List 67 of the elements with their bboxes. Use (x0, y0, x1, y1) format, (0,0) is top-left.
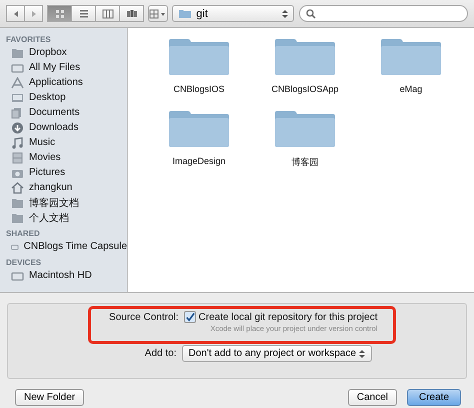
right-triangle-icon (30, 10, 38, 18)
sidebar-item[interactable]: zhangkun (0, 180, 127, 195)
left-triangle-icon (12, 10, 20, 18)
grid-dropdown-icon (149, 8, 168, 18)
sidebar-item[interactable]: 博客园文档 (0, 195, 127, 210)
source-control-label: Source Control: (108, 311, 179, 325)
add-to-popup[interactable]: Don't add to any project or workspace (182, 345, 372, 362)
folder-item[interactable]: eMag (358, 38, 464, 110)
sidebar-item[interactable]: All My Files (0, 60, 127, 75)
back-button[interactable] (6, 5, 25, 22)
forward-button[interactable] (24, 5, 43, 22)
sidebar-item[interactable]: Pictures (0, 165, 127, 180)
sidebar-item[interactable]: Dropbox (0, 45, 127, 60)
section-header: DEVICES (5, 257, 42, 268)
path-popup[interactable]: git (172, 5, 294, 22)
film-icon (11, 152, 24, 164)
document-icon (11, 106, 24, 118)
folder-icon (178, 8, 192, 19)
new-folder-button[interactable]: New Folder (15, 389, 84, 406)
arrange-button[interactable] (148, 5, 168, 22)
drive-icon (11, 270, 24, 282)
sidebar-item[interactable]: CNBlogs Time Capsule (0, 239, 127, 254)
folder-item[interactable]: CNBlogsIOSApp (252, 38, 358, 110)
sidebar-item[interactable]: Desktop (0, 90, 127, 105)
folder-icon (378, 39, 444, 75)
monitor-icon (11, 92, 24, 104)
folder-icon (166, 111, 232, 147)
cover-flow-icon (126, 8, 138, 18)
apps-icon (11, 76, 24, 88)
columns-icon (102, 8, 114, 18)
download-icon (11, 122, 24, 134)
add-to-label: Add to: (144, 347, 176, 360)
sidebar-item[interactable]: Applications (0, 75, 127, 90)
stepper-icon (358, 348, 364, 358)
sidebar-item[interactable]: Movies (0, 150, 127, 165)
checkbox[interactable] (184, 311, 196, 323)
git-repository-checkbox[interactable]: Create local git repository for this project (184, 311, 378, 323)
drive-icon (11, 62, 24, 74)
icon-view-button[interactable] (47, 5, 72, 22)
cancel-button[interactable]: Cancel (348, 389, 397, 406)
list-icon (78, 8, 90, 18)
search-icon (306, 8, 316, 18)
search-field[interactable] (299, 5, 468, 22)
sidebar-item[interactable]: Documents (0, 105, 127, 120)
sidebar-item[interactable]: Macintosh HD (0, 268, 127, 283)
folder-icon (11, 212, 24, 224)
section-header: SHARED (5, 228, 41, 239)
house-icon (11, 182, 24, 194)
sidebar-item[interactable]: Music (0, 135, 127, 150)
folder-icon (11, 46, 24, 58)
folder-icon (272, 111, 338, 147)
column-view-button[interactable] (95, 5, 120, 22)
folder-icon (11, 196, 24, 208)
list-view-button[interactable] (71, 5, 96, 22)
folder-item[interactable]: CNBlogsIOS (146, 38, 252, 110)
sidebar-item[interactable]: 个人文档 (0, 210, 127, 225)
folder-item[interactable]: ImageDesign (146, 110, 252, 182)
folder-icon (166, 39, 232, 75)
stepper-icon (282, 8, 288, 18)
section-header: FAVORITES (5, 34, 52, 45)
music-note-icon (11, 136, 24, 148)
sidebar-item[interactable]: Downloads (0, 120, 127, 135)
folder-item[interactable]: 博客园 (252, 110, 358, 182)
cover-flow-button[interactable] (119, 5, 144, 22)
grid-icon (54, 8, 66, 18)
folder-icon (272, 39, 338, 75)
create-button[interactable]: Create (406, 389, 461, 406)
